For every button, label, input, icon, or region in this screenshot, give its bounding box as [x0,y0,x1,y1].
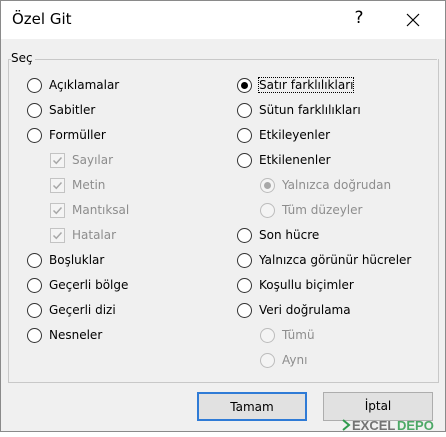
svg-text:DEPO: DEPO [397,418,434,433]
option-label: Boşluklar [49,253,105,267]
option-label: Nesneler [49,328,103,342]
option-label: Satır farklılıkları [257,77,355,93]
option-label: Yalnızca doğrudan [282,178,392,192]
option-label: Sütun farklılıkları [259,103,361,117]
option-label: Veri doğrulama [259,303,351,317]
radio-button[interactable] [27,103,42,118]
option-label: Metin [72,178,106,192]
radio-button[interactable] [237,103,252,118]
option-label: Geçerli bölge [49,278,129,292]
radio-button[interactable] [27,128,42,143]
svg-text:EXCEL: EXCEL [352,418,395,433]
option-label: Mantıksal [72,203,130,217]
title-bar: Özel Git ? [1,1,445,39]
go-to-special-dialog: Özel Git ? Seç Açıklamalar Sabitler Form… [0,0,446,433]
radio-button[interactable] [237,228,252,243]
option-label: Tümü [282,328,315,342]
exceldepo-watermark-logo: EXCEL DEPO [341,416,446,433]
option-label: Aynı [282,353,308,367]
dialog-title: Özel Git [12,10,72,28]
radio-button[interactable] [27,328,42,343]
checkbox-checked-icon [50,228,65,243]
option-label: Etkileyenler [259,128,331,142]
option-label: Formüller [49,128,106,142]
option-label: Sabitler [49,103,96,117]
radio-button-selected[interactable] [237,78,252,93]
radio-button[interactable] [237,278,252,293]
radio-button[interactable] [237,253,252,268]
option-label: Koşullu biçimler [259,278,354,292]
radio-button [260,328,275,343]
radio-button-selected [260,178,275,193]
radio-button[interactable] [27,303,42,318]
radio-button[interactable] [27,253,42,268]
option-label: Açıklamalar [49,78,120,92]
radio-button [260,203,275,218]
radio-button [260,353,275,368]
checkbox-checked-icon [50,203,65,218]
radio-button[interactable] [27,78,42,93]
option-label: Geçerli dizi [49,303,116,317]
option-label: Tüm düzeyler [282,203,363,217]
radio-button[interactable] [237,128,252,143]
ok-button[interactable]: Tamam [197,392,307,421]
option-label: Etkilenenler [259,153,331,167]
option-label: Sayılar [72,153,114,167]
close-icon[interactable] [402,9,424,31]
option-label: Son hücre [259,228,320,242]
radio-button[interactable] [27,278,42,293]
option-label: Yalnızca görünür hücreler [259,253,412,267]
radio-button[interactable] [237,153,252,168]
checkbox-checked-icon [50,178,65,193]
radio-button[interactable] [237,303,252,318]
option-label: Hatalar [72,228,117,242]
checkbox-checked-icon [50,153,65,168]
help-button[interactable]: ? [351,8,367,28]
